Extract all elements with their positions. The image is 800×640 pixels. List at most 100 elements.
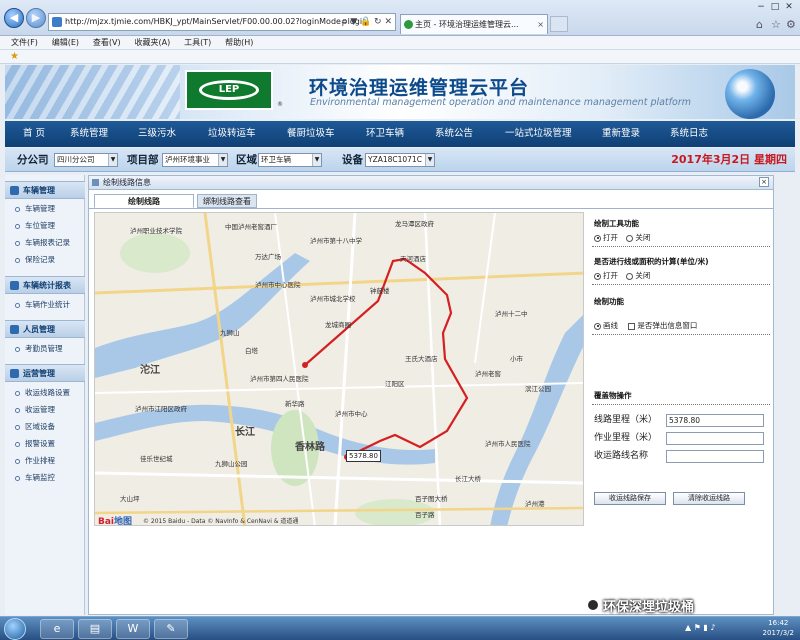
map-label: 龙城商圈 — [325, 321, 351, 329]
popup-window-checkbox[interactable] — [628, 322, 636, 330]
tool-on-radio[interactable] — [594, 234, 601, 242]
new-tab-button[interactable] — [550, 16, 568, 32]
map-canvas — [95, 213, 583, 525]
sidebar-item-vehicle-report[interactable]: 车辆报表记录 — [5, 235, 85, 251]
map-label: 王氏大酒店 — [405, 355, 438, 363]
route-length-row: 线路里程（米） 5378.80 — [594, 414, 770, 427]
road — [95, 271, 583, 295]
tab-close-icon[interactable]: × — [537, 15, 544, 34]
favorites-star-icon[interactable]: ☆ — [771, 18, 781, 31]
sidebar-item-parking[interactable]: 车位管理 — [5, 218, 85, 234]
operations-icon — [10, 369, 19, 378]
sidebar-item-monitor[interactable]: 车辆监控 — [5, 470, 85, 486]
nav-system-log[interactable]: 系统日志 — [670, 121, 708, 147]
route-distance-badge: 5378.80 — [346, 450, 381, 462]
area-label: 区域 — [236, 154, 257, 166]
maximize-icon[interactable]: □ — [768, 2, 782, 12]
sidebar-item-label: 保险记录 — [25, 255, 55, 264]
menu-help[interactable]: 帮助(H) — [225, 36, 253, 50]
sidebar-item-collection[interactable]: 收运管理 — [5, 402, 85, 418]
calc-off-radio[interactable] — [626, 272, 634, 280]
nav-system-management[interactable]: 系统管理 — [70, 121, 108, 147]
sidebar-section-vehicle[interactable]: 车辆管理 — [5, 181, 85, 199]
menu-favorites[interactable]: 收藏夹(A) — [134, 36, 170, 50]
draw-section-title: 绘制功能 — [594, 297, 624, 306]
favorites-bar: ★ — [0, 50, 800, 64]
sidebar-item-label: 区域设备 — [25, 422, 55, 431]
clear-route-button[interactable]: 清除收运线路 — [673, 492, 745, 505]
nav-sewage[interactable]: 三级污水 — [138, 121, 176, 147]
branch-select[interactable]: 四川分公司 ▼ — [54, 153, 118, 167]
sidebar-item-alarm[interactable]: 报警设置 — [5, 436, 85, 452]
device-select[interactable]: YZA18C1071C ▼ — [365, 153, 435, 167]
explorer-taskbar-icon[interactable]: ▤ — [78, 619, 112, 639]
sidebar-item-insurance[interactable]: 保险记录 — [5, 252, 85, 268]
sidebar-item-vehicle-management[interactable]: 车辆管理 — [5, 201, 85, 217]
nav-announcement[interactable]: 系统公告 — [435, 121, 473, 147]
sidebar-section-statistics[interactable]: 车辆统计报表 — [5, 276, 85, 294]
tool-on-label: 打开 — [603, 233, 618, 242]
close-window-icon[interactable]: ✕ — [782, 2, 796, 12]
device-value: YZA18C1071C — [368, 155, 422, 164]
nav-one-stop-waste[interactable]: 一站式垃圾管理 — [505, 121, 572, 147]
address-bar[interactable]: http://mjzx.tjmie.com/HBKJ_ypt/MainServl… — [48, 13, 396, 31]
sidebar-item-work-stats[interactable]: 车辆作业统计 — [5, 297, 85, 313]
nav-relogin[interactable]: 重新登录 — [602, 121, 640, 147]
menu-tools[interactable]: 工具(T) — [184, 36, 211, 50]
sidebar-item-schedule[interactable]: 作业排程 — [5, 453, 85, 469]
clock[interactable]: 16:42 2017/3/2 — [763, 618, 794, 638]
tab-draw-route[interactable]: 绘制线路 — [94, 194, 194, 208]
map-label: 泸州市第四人民医院 — [250, 375, 309, 383]
sidebar-item-label: 车辆作业统计 — [25, 300, 70, 309]
bullet-icon — [15, 442, 20, 447]
tool-off-radio[interactable] — [626, 234, 634, 242]
route-length-input[interactable]: 5378.80 — [666, 414, 764, 427]
map-label: 江阳区 — [385, 380, 405, 388]
nav-home[interactable]: 首 页 — [23, 121, 45, 147]
home-icon[interactable]: ⌂ — [756, 18, 763, 31]
settings-gear-icon[interactable]: ⚙ — [786, 18, 796, 31]
paint-taskbar-icon[interactable]: ✎ — [154, 619, 188, 639]
map-label: 天河酒店 — [400, 255, 426, 263]
panel-title-bar: 绘制线路信息 × — [89, 176, 773, 190]
device-label: 设备 — [342, 154, 363, 166]
add-favorite-star-icon[interactable]: ★ — [10, 50, 19, 63]
baidu-logo: Bai地图 — [98, 514, 132, 525]
park-area — [120, 233, 190, 273]
browser-toolbar: ◀ ▶ http://mjzx.tjmie.com/HBKJ_ypt/MainS… — [0, 0, 800, 36]
route-length-label: 线路里程（米） — [594, 415, 658, 425]
calc-on-radio[interactable] — [594, 272, 601, 280]
baidu-map[interactable]: 泸州职业技术学院 中国泸州老窖酒厂 龙马潭区政府 泸州市第十八中学 沱江 长江 … — [94, 212, 584, 526]
panel-close-icon[interactable]: × — [759, 177, 769, 187]
forward-button[interactable]: ▶ — [26, 8, 46, 28]
address-tools[interactable]: ρ ▼ 🔒 ↻ ✕ — [342, 14, 392, 30]
minimize-icon[interactable]: − — [754, 2, 768, 12]
area-select[interactable]: 环卫车辆 ▼ — [258, 153, 322, 167]
ie-taskbar-icon[interactable]: e — [40, 619, 74, 639]
draw-line-radio[interactable] — [594, 322, 601, 330]
work-length-input[interactable] — [666, 432, 764, 445]
nav-sanitation-vehicle[interactable]: 环卫车辆 — [366, 121, 404, 147]
nav-kitchen-truck[interactable]: 餐厨垃圾车 — [287, 121, 335, 147]
tab-view-route[interactable]: 绑制线路查看 — [197, 194, 257, 208]
sidebar-item-route-settings[interactable]: 收运线路设置 — [5, 385, 85, 401]
sidebar-section-personnel[interactable]: 人员管理 — [5, 320, 85, 338]
sidebar-item-attendance[interactable]: 考勤员管理 — [5, 341, 85, 357]
back-button[interactable]: ◀ — [4, 8, 24, 28]
sidebar-section-operations[interactable]: 运营管理 — [5, 364, 85, 382]
menu-bar: 文件(F) 编辑(E) 查看(V) 收藏夹(A) 工具(T) 帮助(H) — [0, 36, 800, 50]
windows-start-icon[interactable] — [4, 618, 26, 640]
word-taskbar-icon[interactable]: W — [116, 619, 150, 639]
browser-tab[interactable]: 主页 - 环境治理运维管理云... × — [400, 14, 548, 34]
dept-select[interactable]: 泸州环境事业 ▼ — [162, 153, 228, 167]
menu-view[interactable]: 查看(V) — [93, 36, 121, 50]
nav-transfer-truck[interactable]: 垃圾转运车 — [208, 121, 256, 147]
page-icon — [52, 17, 62, 27]
sidebar-item-area-device[interactable]: 区域设备 — [5, 419, 85, 435]
menu-file[interactable]: 文件(F) — [11, 36, 38, 50]
map-label: 香林路 — [295, 442, 325, 453]
route-name-input[interactable] — [666, 450, 764, 463]
save-route-button[interactable]: 收运线路保存 — [594, 492, 666, 505]
tray-icons[interactable]: ▲ ⚑ ▮ ♪ — [685, 623, 715, 632]
menu-edit[interactable]: 编辑(E) — [52, 36, 79, 50]
